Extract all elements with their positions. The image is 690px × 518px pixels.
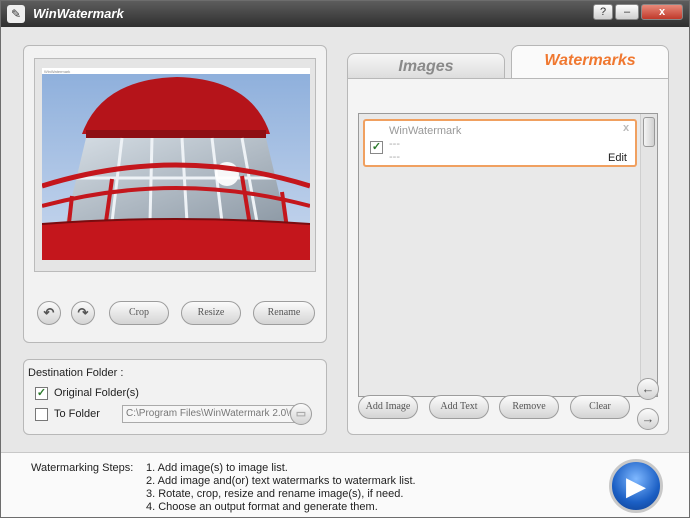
move-up-button[interactable]: ← (637, 378, 659, 400)
steps-footer: Watermarking Steps: 1. Add image(s) to i… (1, 452, 689, 517)
original-folder-label: Original Folder(s) (54, 387, 139, 399)
lighthouse-image (42, 74, 310, 260)
play-icon: ▶ (626, 471, 646, 501)
remove-button[interactable]: Remove (499, 395, 559, 419)
step-1: 1. Add image(s) to image list. (146, 462, 288, 474)
crop-button[interactable]: Crop (109, 301, 169, 325)
tab-watermarks[interactable]: Watermarks (511, 45, 669, 79)
add-text-button[interactable]: Add Text (429, 395, 489, 419)
app-window: ✎ WinWatermark ? – x WinWatermark ↶ ↷ Cr… (0, 0, 690, 518)
step-3: 3. Rotate, crop, resize and rename image… (146, 488, 404, 500)
preview-image: WinWatermark (42, 68, 310, 260)
title-bar: ✎ WinWatermark ? – x (1, 1, 689, 27)
preview-panel: WinWatermark ↶ ↷ Crop Resize Rename (23, 45, 327, 343)
minimize-button[interactable]: – (615, 4, 639, 20)
rename-button[interactable]: Rename (253, 301, 315, 325)
folder-icon: ▭ (295, 408, 307, 420)
app-icon: ✎ (7, 5, 25, 23)
resize-button[interactable]: Resize (181, 301, 241, 325)
scrollbar-thumb[interactable] (643, 117, 655, 147)
list-item[interactable]: WinWatermark ✓ --- --- x Edit (363, 119, 637, 167)
watermark-name: WinWatermark (389, 125, 462, 137)
destination-heading: Destination Folder : (28, 367, 124, 379)
add-image-button[interactable]: Add Image (358, 395, 418, 419)
destination-panel: Destination Folder : ✓ Original Folder(s… (23, 359, 327, 435)
to-folder-checkbox[interactable] (35, 408, 48, 421)
destination-path-field[interactable]: C:\Program Files\WinWatermark 2.0\O (122, 405, 302, 423)
preview-frame: WinWatermark (34, 58, 316, 272)
move-down-button[interactable]: → (637, 408, 659, 430)
start-button[interactable]: ▶ (609, 459, 663, 513)
rotate-right-button[interactable]: ↷ (71, 301, 95, 325)
step-2: 2. Add image and(or) text watermarks to … (146, 475, 416, 487)
browse-folder-button[interactable]: ▭ (290, 403, 312, 425)
steps-label: Watermarking Steps: (31, 462, 134, 474)
close-button[interactable]: x (641, 4, 683, 20)
watermarks-panel: WinWatermark ✓ --- --- x Edit Add Image … (347, 78, 669, 435)
original-folder-checkbox[interactable]: ✓ (35, 387, 48, 400)
help-button[interactable]: ? (593, 4, 613, 20)
watermark-line-3: --- (389, 151, 400, 163)
list-scrollbar[interactable] (640, 114, 657, 396)
tab-images[interactable]: Images (347, 53, 505, 79)
clear-button[interactable]: Clear (570, 395, 630, 419)
step-4: 4. Choose an output format and generate … (146, 501, 378, 513)
watermark-line-2: --- (389, 138, 400, 150)
watermark-list: WinWatermark ✓ --- --- x Edit (358, 113, 658, 397)
to-folder-label: To Folder (54, 408, 100, 420)
watermark-edit-link[interactable]: Edit (608, 152, 627, 164)
window-title: WinWatermark (33, 6, 124, 21)
watermark-checkbox[interactable]: ✓ (370, 141, 383, 154)
watermark-close-icon[interactable]: x (623, 122, 629, 134)
rotate-left-button[interactable]: ↶ (37, 301, 61, 325)
